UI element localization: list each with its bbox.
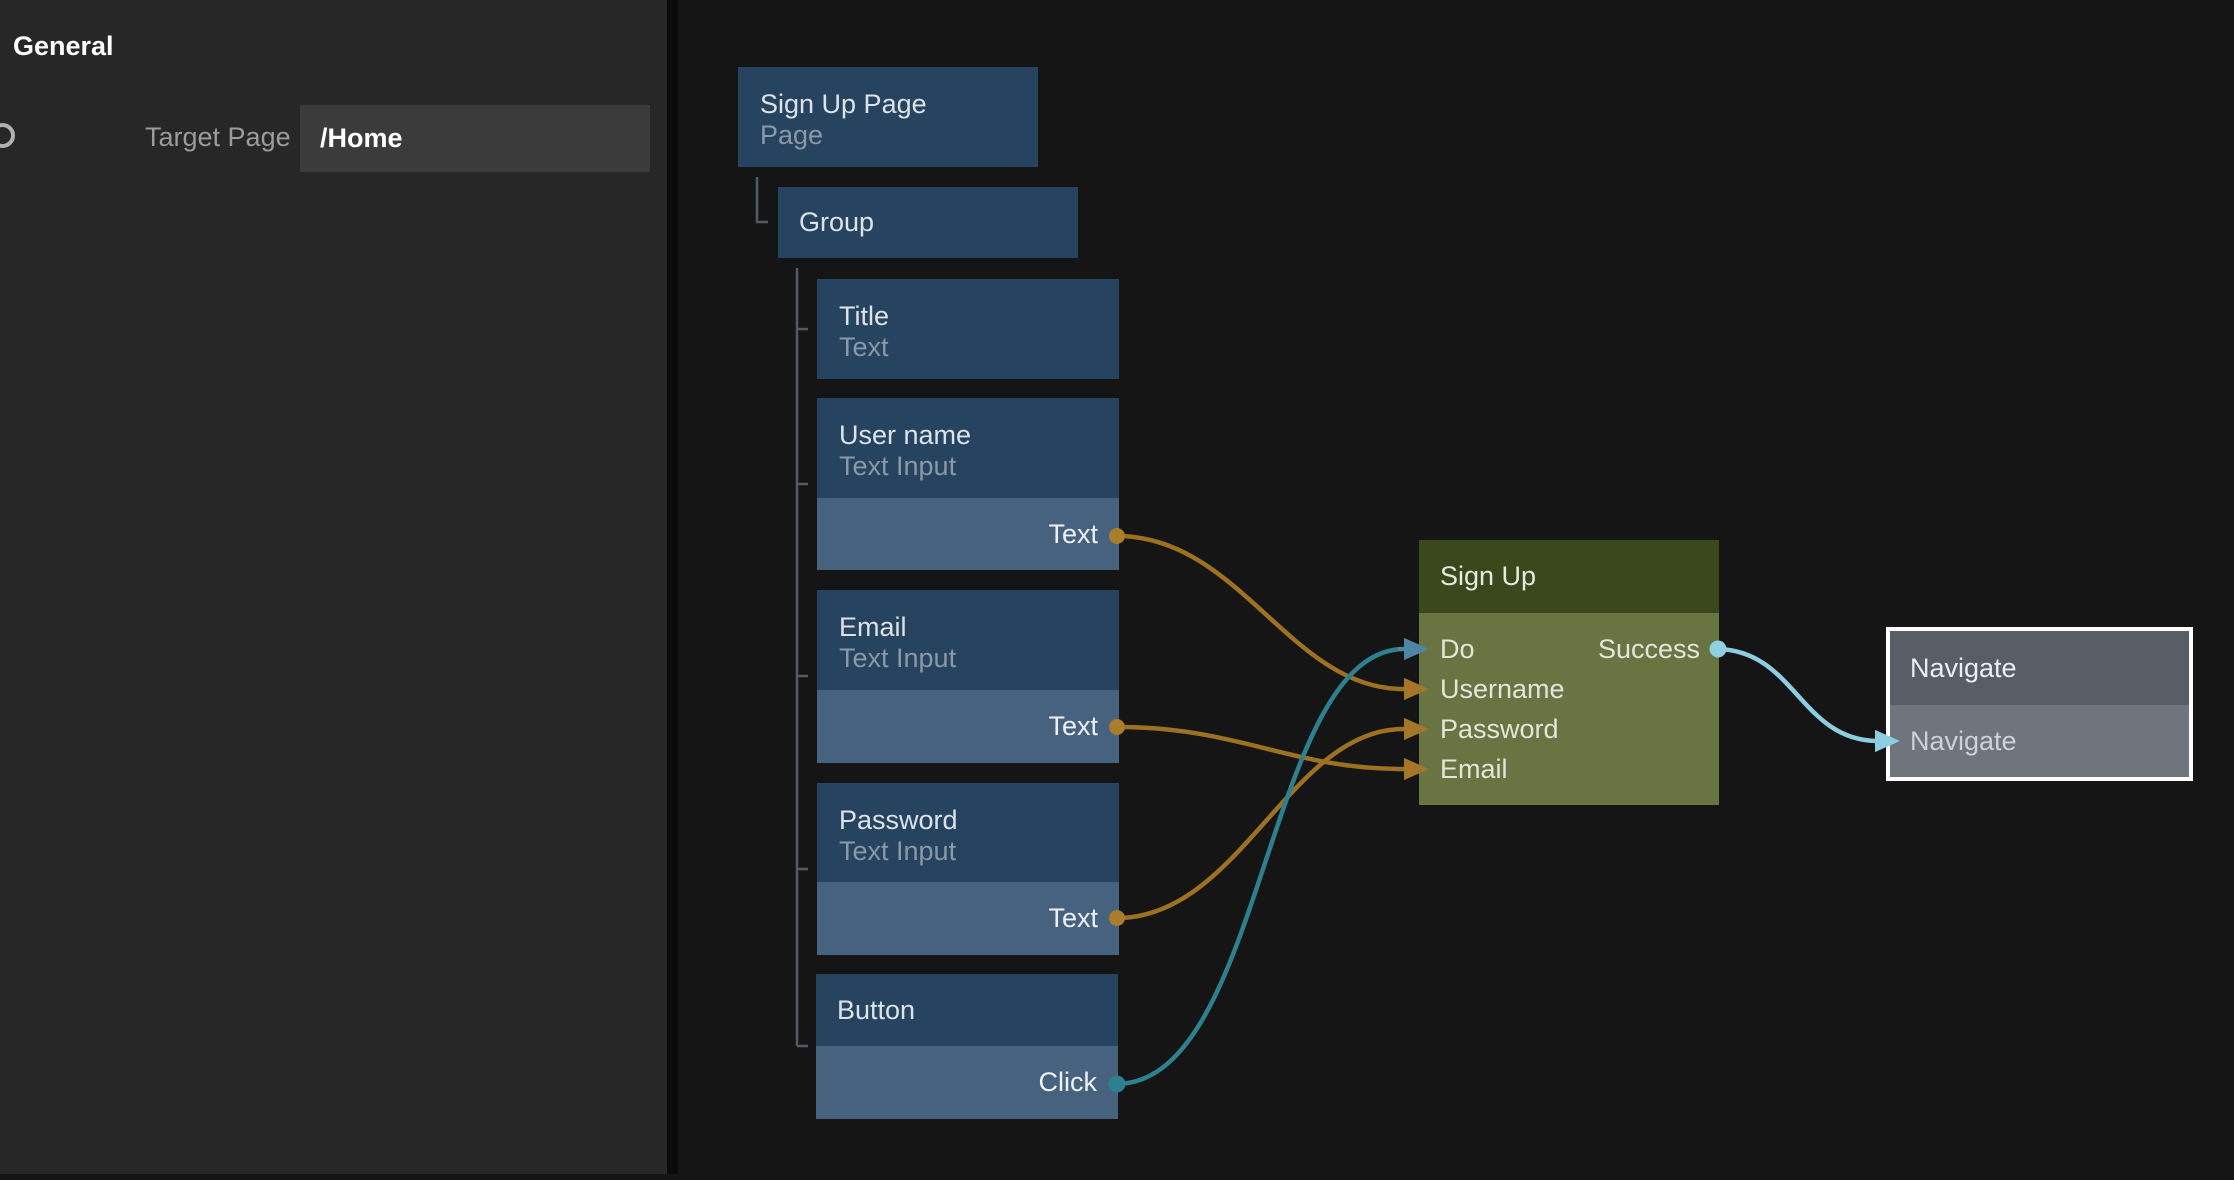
node-button[interactable]: Button bbox=[816, 974, 1118, 1046]
node-navigate-selected[interactable]: Navigate Navigate bbox=[1886, 627, 2193, 781]
port-label: Text bbox=[1048, 903, 1098, 934]
input-label-email: Email bbox=[1440, 754, 1508, 785]
node-title-text[interactable]: Title Text bbox=[817, 279, 1119, 379]
node-sign-up-page[interactable]: Sign Up Page Page bbox=[738, 67, 1038, 167]
node-title: User name bbox=[839, 420, 1119, 451]
wire-username-text-to-username[interactable] bbox=[1117, 536, 1403, 689]
node-title: Button bbox=[837, 995, 915, 1026]
button-click-port-row[interactable]: Click bbox=[816, 1046, 1118, 1119]
port-label: Click bbox=[1039, 1067, 1098, 1098]
node-subtitle: Text Input bbox=[839, 836, 1119, 867]
navigate-header[interactable]: Navigate bbox=[1890, 631, 2189, 705]
email-text-port-row[interactable]: Text bbox=[817, 690, 1119, 763]
signup-action-body[interactable]: Do Success Username Password Email bbox=[1419, 613, 1719, 805]
node-password[interactable]: Password Text Input bbox=[817, 783, 1119, 882]
input-label-username: Username bbox=[1440, 674, 1565, 705]
target-page-input[interactable]: /Home bbox=[300, 105, 650, 172]
node-title: Group bbox=[799, 207, 874, 238]
username-text-port-row[interactable]: Text bbox=[817, 498, 1119, 570]
target-page-label: Target Page bbox=[145, 121, 291, 153]
output-label-success: Success bbox=[1598, 634, 1700, 665]
wire-password-text-to-password[interactable] bbox=[1117, 729, 1403, 918]
navigate-input-row[interactable]: Navigate bbox=[1890, 705, 2189, 777]
node-username[interactable]: User name Text Input bbox=[817, 398, 1119, 498]
node-group[interactable]: Group bbox=[778, 187, 1078, 258]
node-email[interactable]: Email Text Input bbox=[817, 590, 1119, 690]
input-label-navigate: Navigate bbox=[1910, 726, 2017, 757]
wire-success-to-navigate[interactable] bbox=[1718, 649, 1876, 741]
tree-line-page-group bbox=[757, 177, 768, 222]
loop-icon bbox=[0, 123, 15, 148]
flow-editor: General Target Page /Home Sign Up Page P… bbox=[0, 0, 2234, 1180]
node-title: Title bbox=[839, 301, 1119, 332]
password-text-port-row[interactable]: Text bbox=[817, 882, 1119, 955]
port-label: Text bbox=[1048, 519, 1098, 550]
node-title: Password bbox=[839, 805, 1119, 836]
port-label: Text bbox=[1048, 711, 1098, 742]
node-title: Email bbox=[839, 612, 1119, 643]
node-subtitle: Text Input bbox=[839, 451, 1119, 482]
input-label-password: Password bbox=[1440, 714, 1559, 745]
panel-title: General bbox=[13, 30, 114, 62]
node-title: Sign Up Page bbox=[760, 89, 1038, 120]
node-subtitle: Text bbox=[839, 332, 1119, 363]
node-title: Sign Up bbox=[1440, 561, 1536, 592]
tree-stubs bbox=[797, 329, 808, 1046]
node-title: Navigate bbox=[1910, 653, 2017, 684]
node-signup-action[interactable]: Sign Up bbox=[1419, 540, 1719, 613]
node-subtitle: Page bbox=[760, 120, 1038, 151]
wire-email-text-to-email[interactable] bbox=[1117, 727, 1403, 769]
input-label-do: Do bbox=[1440, 634, 1475, 665]
properties-panel: General Target Page /Home bbox=[0, 0, 678, 1174]
node-subtitle: Text Input bbox=[839, 643, 1119, 674]
wire-click-to-do[interactable] bbox=[1117, 649, 1403, 1084]
